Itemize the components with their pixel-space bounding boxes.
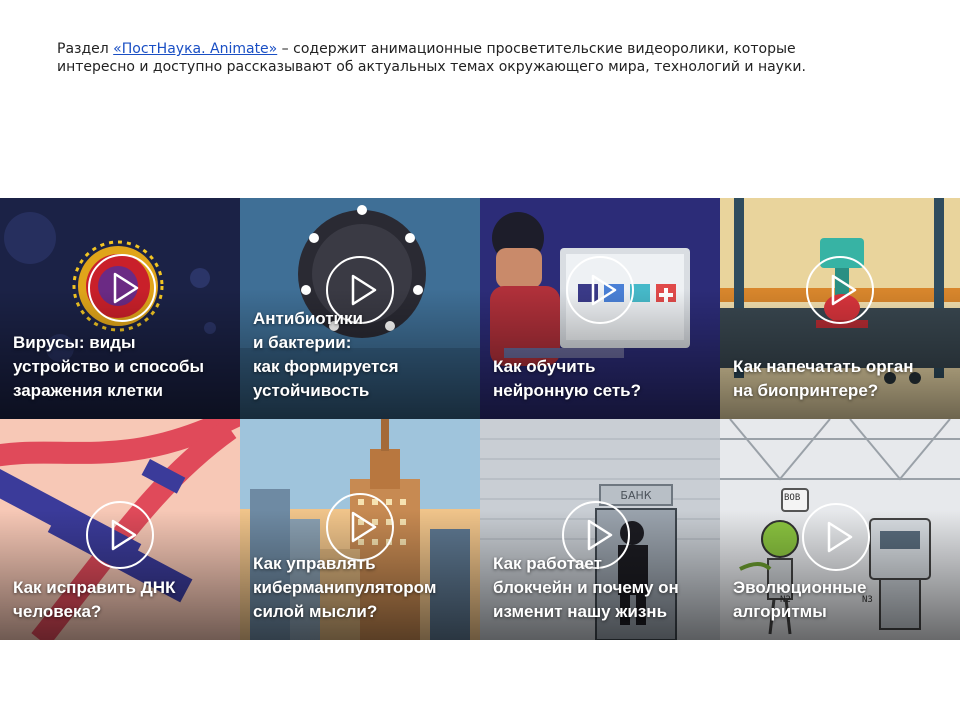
title-line: нейронную сеть?: [493, 381, 642, 400]
title-line: Как исправить ДНК: [13, 578, 176, 597]
video-card-evolutionary-algorithms[interactable]: BOB N2 N3 Эволюционные алгоритмы: [720, 419, 960, 640]
postnauka-animate-link[interactable]: «ПостНаука. Animate»: [113, 41, 277, 57]
play-icon: [827, 521, 853, 553]
video-card-cybermanipulator[interactable]: Как управлять киберманипулятором силой м…: [240, 419, 480, 640]
play-icon: [113, 272, 139, 304]
title-line: киберманипулятором: [253, 578, 437, 597]
play-button[interactable]: [326, 493, 394, 561]
video-card-bioprinter[interactable]: Как напечатать орган на биопринтере?: [720, 198, 960, 419]
play-button[interactable]: [802, 503, 870, 571]
title-line: Антибиотики: [253, 309, 363, 328]
title-line: Как работает: [493, 554, 602, 573]
video-title: Вирусы: виды устройство и способы зараже…: [13, 331, 230, 403]
title-line: алгоритмы: [733, 602, 827, 621]
title-line: как формируется: [253, 357, 399, 376]
video-title: Как исправить ДНК человека?: [13, 576, 230, 624]
intro-paragraph: Раздел «ПостНаука. Animate» – содержит а…: [57, 40, 917, 76]
play-icon: [111, 519, 137, 551]
intro-prefix: Раздел: [57, 41, 114, 57]
play-icon: [831, 274, 857, 306]
video-title: Эволюционные алгоритмы: [733, 576, 950, 624]
video-card-dna[interactable]: Как исправить ДНК человека?: [0, 419, 240, 640]
play-button[interactable]: [86, 501, 154, 569]
intro-text-line2: интересно и доступно рассказывают об акт…: [57, 59, 806, 75]
title-line: изменит нашу жизнь: [493, 602, 668, 621]
title-line: блокчейн и почему он: [493, 578, 679, 597]
video-title: Как обучить нейронную сеть?: [493, 355, 710, 403]
play-icon: [591, 274, 617, 306]
title-line: и бактерии:: [253, 333, 352, 352]
bank-sign: БАНК: [620, 489, 652, 502]
video-card-neural-network[interactable]: Как обучить нейронную сеть?: [480, 198, 720, 419]
play-button[interactable]: [806, 256, 874, 324]
title-line: Эволюционные: [733, 578, 867, 597]
video-title: Как напечатать орган на биопринтере?: [733, 355, 950, 403]
title-line: Как обучить: [493, 357, 596, 376]
title-line: устройство и способы: [13, 357, 205, 376]
title-line: человека?: [13, 602, 102, 621]
title-line: Как напечатать орган: [733, 357, 914, 376]
play-icon: [351, 511, 377, 543]
video-title: Как управлять киберманипулятором силой м…: [253, 552, 470, 624]
intro-text: – содержит анимационные просветительские…: [277, 41, 796, 57]
title-line: силой мысли?: [253, 602, 378, 621]
video-title: Антибиотики и бактерии: как формируется …: [253, 307, 470, 403]
video-title: Как работает блокчейн и почему он измени…: [493, 552, 710, 624]
title-line: устойчивость: [253, 381, 370, 400]
title-line: Как управлять: [253, 554, 376, 573]
play-button[interactable]: [566, 256, 634, 324]
video-card-blockchain[interactable]: БАНК Как работает блокчейн и почему он и…: [480, 419, 720, 640]
video-card-antibiotics[interactable]: Антибиотики и бактерии: как формируется …: [240, 198, 480, 419]
title-line: Вирусы: виды: [13, 333, 136, 352]
robot-sign: BOB: [784, 493, 801, 503]
play-button[interactable]: [88, 254, 156, 322]
title-line: на биопринтере?: [733, 381, 879, 400]
video-card-viruses[interactable]: Вирусы: виды устройство и способы зараже…: [0, 198, 240, 419]
title-line: заражения клетки: [13, 381, 163, 400]
video-grid: Вирусы: виды устройство и способы зараже…: [0, 198, 960, 640]
